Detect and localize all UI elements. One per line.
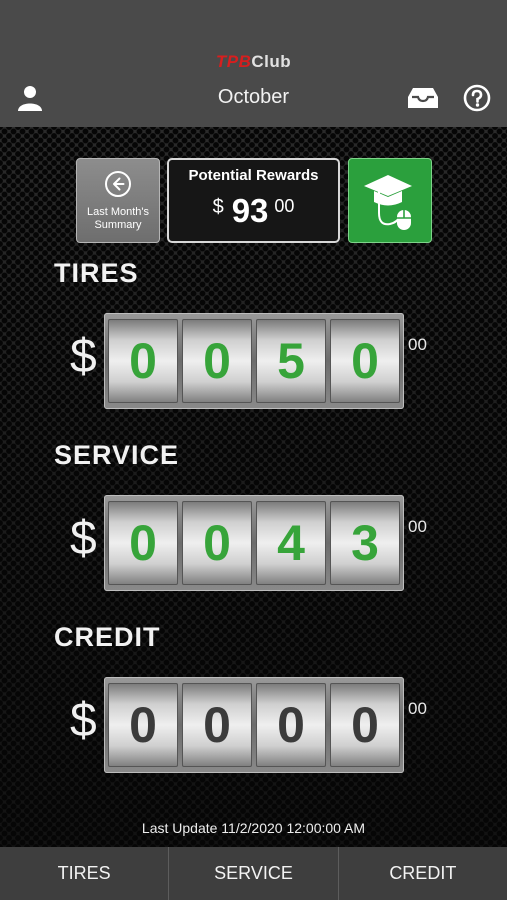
bottom-tab-bar: TIRES SERVICE CREDIT — [0, 847, 507, 900]
potential-rewards-amount: $93 00 — [169, 192, 338, 230]
potential-rewards-title: Potential Rewards — [188, 167, 319, 184]
service-digit-1: 0 — [108, 501, 178, 585]
brand-logo: TPBClub — [0, 52, 507, 72]
graduation-cap-mouse-icon — [364, 175, 412, 230]
inbox-icon[interactable] — [406, 86, 440, 115]
service-digit-2: 0 — [182, 501, 252, 585]
tab-credit[interactable]: CREDIT — [337, 847, 507, 900]
credit-digit-4: 0 — [330, 683, 400, 767]
brand-logo-part1: TPB — [215, 52, 252, 71]
service-cents: 00 — [408, 517, 427, 536]
tires-currency: $ — [70, 330, 97, 383]
credit-currency: $ — [70, 694, 97, 747]
help-icon[interactable] — [463, 84, 491, 117]
user-icon[interactable] — [16, 84, 44, 117]
potential-rewards-box: Potential Rewards $93 00 — [167, 158, 340, 243]
potential-currency: $ — [212, 196, 224, 218]
tires-counter: 0 0 5 0 — [104, 313, 404, 409]
credit-digit-3: 0 — [256, 683, 326, 767]
brand-logo-part2: Club — [251, 52, 292, 71]
service-counter: 0 0 4 3 — [104, 495, 404, 591]
potential-cents: 00 — [274, 196, 295, 216]
credit-digit-2: 0 — [182, 683, 252, 767]
credit-digit-1: 0 — [108, 683, 178, 767]
credit-cents: 00 — [408, 699, 427, 718]
last-month-summary-label: Last Month's Summary — [86, 206, 150, 231]
service-title: SERVICE — [54, 440, 180, 470]
tires-digit-3: 5 — [256, 319, 326, 403]
service-currency: $ — [70, 512, 97, 565]
tires-title: TIRES — [54, 258, 139, 288]
last-month-summary-button[interactable]: Last Month's Summary — [76, 158, 160, 243]
potential-whole: 93 — [231, 192, 269, 229]
app-header: TPBClub October — [0, 0, 507, 127]
arrow-left-circle-icon — [105, 171, 131, 197]
education-button[interactable] — [348, 158, 432, 243]
service-digit-4: 3 — [330, 501, 400, 585]
last-update-text: Last Update 11/2/2020 12:00:00 AM — [141, 820, 366, 836]
credit-counter: 0 0 0 0 — [104, 677, 404, 773]
tab-service[interactable]: SERVICE — [168, 847, 337, 900]
tires-digit-2: 0 — [182, 319, 252, 403]
tires-digit-4: 0 — [330, 319, 400, 403]
tires-digit-1: 0 — [108, 319, 178, 403]
tab-tires[interactable]: TIRES — [0, 847, 168, 900]
service-digit-3: 4 — [256, 501, 326, 585]
credit-title: CREDIT — [54, 622, 161, 652]
tires-cents: 00 — [408, 335, 427, 354]
